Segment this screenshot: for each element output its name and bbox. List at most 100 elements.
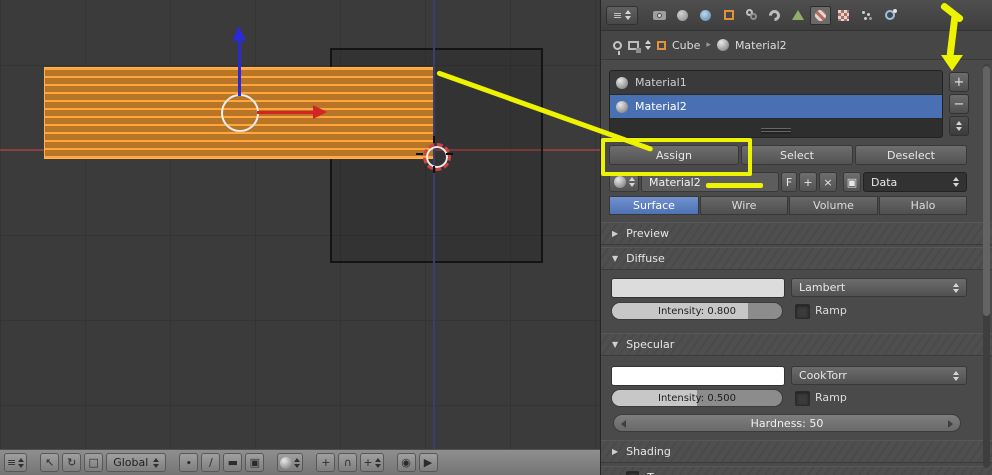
select-mode-vertex-button[interactable]: ∙ xyxy=(179,453,199,472)
blender-window: ≡ ↖ ↻ □ Global ∙ ∕ ▬ ▣ + ∩ + ◉ ▶ ≡ Cube … xyxy=(0,0,992,475)
specular-shader-dropdown[interactable]: CookTorr xyxy=(791,366,967,385)
3d-cursor xyxy=(423,143,451,171)
world-tab-icon xyxy=(700,9,711,21)
properties-header: ≡ xyxy=(601,0,992,31)
scrollbar-thumb[interactable] xyxy=(983,66,990,316)
pin-icon[interactable] xyxy=(613,40,622,55)
type-tab-wire[interactable]: Wire xyxy=(700,196,788,215)
panel-header-transparency[interactable]: ▶ Transparency xyxy=(601,466,992,475)
diffuse-ramp-checkbox[interactable] xyxy=(795,304,810,319)
specular-intensity-slider[interactable]: Intensity: 0.500 xyxy=(611,389,783,407)
scene-tab-icon xyxy=(677,9,688,21)
orientation-dropdown[interactable]: Global xyxy=(106,453,167,472)
shading-sphere-icon xyxy=(280,456,293,469)
diffuse-intensity-slider[interactable]: Intensity: 0.800 xyxy=(611,302,783,320)
material-slot-item-selected[interactable]: Material2 xyxy=(610,95,942,119)
hardness-label: Hardness: 50 xyxy=(750,416,824,430)
collapse-arrow-icon: ▶ xyxy=(612,447,619,456)
3d-viewport[interactable]: ≡ ↖ ↻ □ Global ∙ ∕ ▬ ▣ + ∩ + ◉ ▶ xyxy=(0,0,600,475)
material-slot-label: Material2 xyxy=(635,100,687,113)
tab-physics[interactable] xyxy=(879,6,900,25)
editor-type-icon: ≡ xyxy=(612,8,623,22)
link-material-button[interactable]: ▣ xyxy=(843,172,861,192)
type-tab-surface[interactable]: Surface xyxy=(609,196,699,215)
type-tab-volume[interactable]: Volume xyxy=(789,196,878,215)
snap-target-button[interactable]: + xyxy=(316,453,336,472)
specular-color-swatch[interactable] xyxy=(611,366,785,386)
tab-world[interactable] xyxy=(695,6,716,25)
breadcrumb-object[interactable]: Cube xyxy=(672,39,700,52)
toolbar-separator xyxy=(267,462,274,463)
fake-user-button[interactable]: F xyxy=(781,172,797,192)
manipulator-z-axis-arrowhead[interactable] xyxy=(232,26,246,41)
rotate-icon: ↻ xyxy=(67,456,77,469)
occlude-geometry-button[interactable]: ▣ xyxy=(245,453,265,472)
hardness-field[interactable]: Hardness: 50 xyxy=(613,414,961,432)
panel-header-preview[interactable]: ▶ Preview xyxy=(601,222,992,245)
vertical-axis-line xyxy=(433,0,435,449)
manipulator-translate-button[interactable]: ↖ xyxy=(40,453,60,472)
magnet-icon: ∩ xyxy=(343,456,352,469)
3d-cursor-tick xyxy=(416,153,423,155)
tab-render[interactable] xyxy=(649,6,670,25)
snap-magnet-button[interactable]: ∩ xyxy=(338,453,358,472)
manipulator-ring[interactable] xyxy=(221,94,259,132)
tab-scene[interactable] xyxy=(672,6,693,25)
diffuse-shader-dropdown[interactable]: Lambert xyxy=(791,278,967,297)
new-material-button[interactable]: + xyxy=(799,172,817,192)
manipulator-x-axis-arrowhead[interactable] xyxy=(313,105,327,119)
tab-object[interactable] xyxy=(718,6,739,25)
list-resize-grip[interactable] xyxy=(761,128,791,134)
browse-id-icon[interactable] xyxy=(628,40,641,53)
occlude-icon: ▣ xyxy=(249,456,261,469)
updown-arrows-icon xyxy=(294,458,300,468)
tab-label: Surface xyxy=(633,199,675,212)
viewport-shading-dropdown[interactable] xyxy=(277,453,304,472)
annotation-down-arrow-head xyxy=(941,55,963,71)
toolbar-separator xyxy=(640,15,647,16)
render-opengl-anim-button[interactable]: ▶ xyxy=(418,453,438,472)
manipulator-x-axis-arrow[interactable] xyxy=(257,111,313,114)
select-mode-face-button[interactable]: ▬ xyxy=(223,453,243,472)
slider-label: Intensity: 0.500 xyxy=(658,392,736,404)
specular-ramp-checkbox[interactable] xyxy=(795,391,810,406)
panel-header-shading[interactable]: ▶ Shading xyxy=(601,440,992,463)
material-sphere-icon xyxy=(716,39,729,51)
3d-cursor-tick xyxy=(446,153,453,155)
type-tab-halo[interactable]: Halo xyxy=(879,196,967,215)
toolbar-separator xyxy=(30,462,37,463)
unlink-material-button[interactable]: × xyxy=(819,172,837,192)
toolbar-separator xyxy=(306,462,313,463)
editor-type-button[interactable]: ≡ xyxy=(606,5,638,25)
editor-type-button[interactable]: ≡ xyxy=(4,453,28,472)
updown-arrows-icon xyxy=(625,10,631,20)
manipulator-rotate-button[interactable]: ↻ xyxy=(62,453,82,472)
deselect-button[interactable]: Deselect xyxy=(855,145,967,165)
remove-material-slot-button[interactable]: − xyxy=(949,94,969,114)
panel-header-diffuse[interactable]: ▼ Diffuse xyxy=(601,247,992,270)
diffuse-color-swatch[interactable] xyxy=(611,278,785,298)
tab-modifiers[interactable] xyxy=(764,6,785,25)
panel-header-specular[interactable]: ▼ Specular xyxy=(601,333,992,356)
select-button[interactable]: Select xyxy=(741,145,853,165)
minus-icon: − xyxy=(953,96,965,112)
render-opengl-button[interactable]: ◉ xyxy=(396,453,416,472)
material-specials-button[interactable] xyxy=(949,116,969,136)
tab-texture[interactable] xyxy=(833,6,854,25)
datablock-dropdown[interactable]: Data xyxy=(863,172,967,192)
updown-arrows-icon xyxy=(375,458,381,468)
transparency-checkbox[interactable] xyxy=(626,471,640,475)
tab-particles[interactable] xyxy=(856,6,877,25)
tab-object-data[interactable] xyxy=(787,6,808,25)
add-material-slot-button[interactable]: + xyxy=(949,72,969,92)
breadcrumb-material[interactable]: Material2 xyxy=(735,39,787,52)
edge-select-icon: ∕ xyxy=(208,456,213,469)
select-mode-edge-button[interactable]: ∕ xyxy=(201,453,221,472)
deselect-label: Deselect xyxy=(887,148,935,162)
tab-constraints[interactable] xyxy=(741,6,762,25)
material-slot-item[interactable]: Material1 xyxy=(610,71,942,95)
manipulator-scale-button[interactable]: □ xyxy=(84,453,104,472)
tab-material[interactable] xyxy=(810,5,831,25)
manipulator-z-axis-arrow[interactable] xyxy=(238,40,241,96)
snap-element-dropdown[interactable]: + xyxy=(360,453,384,472)
